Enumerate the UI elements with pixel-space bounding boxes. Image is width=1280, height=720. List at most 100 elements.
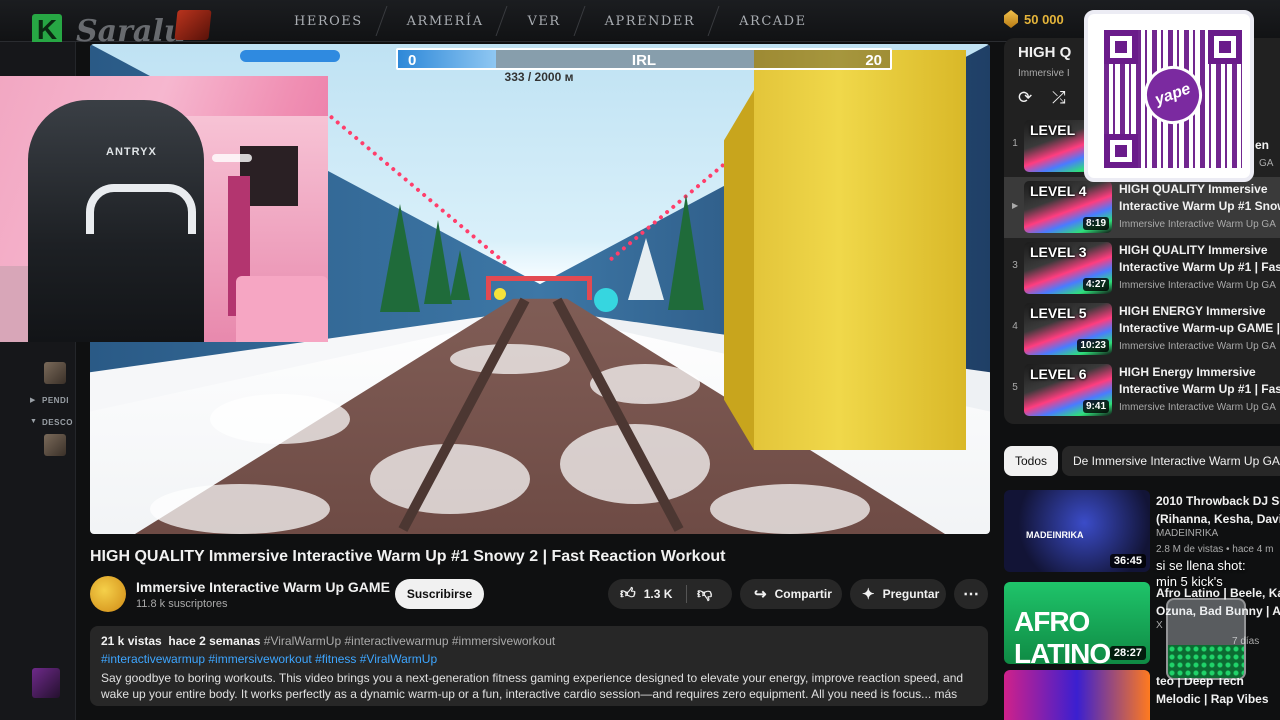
shuffle-icon[interactable]: ⤮ bbox=[1052, 88, 1066, 108]
health-bar bbox=[240, 50, 340, 62]
cam-sofa bbox=[236, 276, 328, 342]
ask-button[interactable]: ✦ Preguntar bbox=[850, 579, 946, 609]
pine-tree bbox=[424, 220, 452, 304]
playlist-item[interactable]: 5 LEVEL 6 9:41 HIGH Energy Immersive Inte… bbox=[1004, 360, 1280, 421]
title-line: HIGH QUALITY Immersive bbox=[1119, 243, 1268, 257]
game-mode: IRL bbox=[631, 52, 657, 69]
channel-name[interactable]: Immersive Interactive Warm Up GAME bbox=[136, 579, 390, 595]
subscriber-count: 11.8 k suscriptores bbox=[136, 598, 228, 610]
screen: K Saralu HEROES ARMERÍA VER APRENDER ARC… bbox=[0, 0, 1280, 720]
channel-avatar[interactable] bbox=[90, 576, 126, 612]
section-offline[interactable]: DESCO bbox=[42, 418, 73, 427]
playlist-item-title: HIGH Energy Immersive Interactive Warm Up… bbox=[1119, 364, 1280, 398]
thumb-level: LEVEL 5 bbox=[1030, 305, 1087, 321]
nav-ver[interactable]: VER bbox=[505, 14, 582, 29]
pine-tree bbox=[450, 250, 470, 300]
playlist-item-current[interactable]: ▶ LEVEL 4 8:19 HIGH QUALITY Immersive Int… bbox=[1004, 177, 1280, 238]
thumbs-down-icon[interactable]: 👎︎ bbox=[697, 585, 712, 603]
caret-right-icon[interactable]: ▶ bbox=[30, 396, 35, 404]
playlist-item[interactable]: 4 LEVEL 5 10:23 HIGH ENERGY Immersive Int… bbox=[1004, 299, 1280, 360]
title-line: HIGH ENERGY Immersive bbox=[1119, 304, 1266, 318]
pine-tree bbox=[668, 194, 704, 310]
duration-badge: 36:45 bbox=[1109, 554, 1146, 568]
title-line: Interactive Warm-up GAME | bbox=[1119, 321, 1280, 335]
thumb-level: LEVEL 3 bbox=[1030, 244, 1087, 260]
hashtags[interactable]: #interactivewarmup #immersiveworkout #fi… bbox=[101, 652, 977, 666]
gaming-chair: ANTRYX bbox=[28, 100, 204, 342]
webcam-overlay: ANTRYX bbox=[0, 76, 328, 342]
dota-icon[interactable] bbox=[174, 10, 212, 40]
title-line: HIGH QUALITY Immersive bbox=[1119, 182, 1268, 196]
chair-brand: ANTRYX bbox=[106, 146, 157, 158]
subscribe-button[interactable]: Suscribirse bbox=[395, 579, 484, 609]
snow-patch bbox=[710, 484, 870, 534]
snow-patch bbox=[150, 484, 330, 534]
goal-overlay-text: si se llena shot: min 5 kick's bbox=[1156, 558, 1280, 590]
gold-balance: 50 000 bbox=[1004, 10, 1064, 28]
cam-chair-arm bbox=[0, 266, 30, 342]
user-avatar[interactable] bbox=[32, 668, 60, 698]
playlist-title[interactable]: HIGH Q bbox=[1018, 44, 1071, 61]
recommended-channel: MADEINRIKA bbox=[1156, 528, 1219, 539]
goal-line: min 5 kick's bbox=[1156, 574, 1223, 589]
gold-coin-icon bbox=[1004, 10, 1018, 28]
snow-patch bbox=[210, 394, 350, 444]
share-icon: ↪ bbox=[754, 586, 767, 603]
title-line: 2010 Throwback DJ Se bbox=[1156, 494, 1280, 508]
nav-aprender[interactable]: APRENDER bbox=[583, 14, 718, 29]
recommended-title: 2010 Throwback DJ Se (Rihanna, Kesha, Dav… bbox=[1156, 492, 1280, 528]
view-count: 21 k vistas bbox=[101, 634, 162, 648]
caret-down-icon[interactable]: ▼ bbox=[30, 418, 37, 425]
thumbs-up-icon[interactable]: 👍︎ bbox=[620, 585, 636, 603]
playlist-thumbnail: LEVEL 3 4:27 bbox=[1024, 242, 1112, 294]
playlist-item-number: 5 bbox=[1012, 382, 1018, 393]
duration-badge: 28:27 bbox=[1109, 646, 1146, 660]
recommended-meta: 2.8 M de vistas • hace 4 m bbox=[1156, 544, 1274, 555]
title-line: HIGH Energy Immersive bbox=[1119, 365, 1256, 379]
friend-avatar[interactable] bbox=[44, 362, 66, 384]
snow-patch bbox=[370, 444, 530, 514]
playlist-item-number: 1 bbox=[1012, 138, 1018, 149]
yellow-target bbox=[494, 288, 506, 300]
snowy-tree bbox=[628, 238, 664, 300]
duration-badge: 10:23 bbox=[1077, 339, 1109, 352]
more-button[interactable]: ⋯ bbox=[954, 579, 988, 609]
goal-line: si se llena shot: bbox=[1156, 558, 1246, 573]
friend-avatar[interactable] bbox=[44, 434, 66, 456]
sparkle-icon: ✦ bbox=[862, 586, 875, 603]
cyan-target bbox=[594, 288, 618, 312]
like-dislike-group: 👍︎ 1.3 K 👎︎ bbox=[608, 579, 732, 609]
playlist-item-channel: Immersive Interactive Warm Up GA bbox=[1119, 219, 1276, 230]
nav-armeria[interactable]: ARMERÍA bbox=[385, 14, 506, 29]
section-pending[interactable]: PENDI bbox=[42, 396, 69, 405]
main-nav: HEROES ARMERÍA VER APRENDER ARCADE bbox=[272, 0, 829, 42]
description-text: Say goodbye to boring workouts. This vid… bbox=[101, 671, 964, 701]
playlist-thumbnail: LEVEL 4 8:19 bbox=[1024, 181, 1112, 233]
duration-badge: 8:19 bbox=[1082, 217, 1109, 230]
nav-arcade[interactable]: ARCADE bbox=[717, 14, 828, 29]
share-label: Compartir bbox=[774, 587, 832, 601]
qr-finder bbox=[1104, 134, 1138, 168]
duration-badge: 9:41 bbox=[1082, 400, 1109, 413]
playlist-item[interactable]: 3 LEVEL 3 4:27 HIGH QUALITY Immersive Int… bbox=[1004, 238, 1280, 299]
video-title: HIGH QUALITY Immersive Interactive Warm … bbox=[90, 548, 726, 565]
ask-label: Preguntar bbox=[882, 587, 940, 601]
pine-tree bbox=[380, 204, 420, 312]
chip-from-channel[interactable]: De Immersive Interactive Warm Up GA bbox=[1062, 446, 1280, 476]
loop-icon[interactable]: ⟳ bbox=[1018, 88, 1032, 108]
title-line: Interactive Warm Up #1 | Fast bbox=[1119, 260, 1280, 274]
like-count[interactable]: 1.3 K bbox=[644, 587, 673, 601]
meta-tags: #ViralWarmUp #interactivewarmup #immersi… bbox=[263, 634, 556, 648]
gold-amount: 50 000 bbox=[1024, 11, 1064, 27]
nav-heroes[interactable]: HEROES bbox=[272, 14, 385, 29]
title-line: (Rihanna, Kesha, David bbox=[1156, 512, 1280, 526]
playlist-item-number: 3 bbox=[1012, 260, 1018, 271]
recommended-thumbnail bbox=[1004, 670, 1150, 720]
cam-ceiling-light bbox=[212, 154, 252, 162]
now-playing-icon: ▶ bbox=[1012, 201, 1019, 210]
chip-all[interactable]: Todos bbox=[1004, 446, 1059, 476]
tip-jar-fill bbox=[1168, 645, 1244, 678]
snow-patch bbox=[450, 344, 570, 374]
share-button[interactable]: ↪ Compartir bbox=[740, 579, 842, 609]
description-box[interactable]: 21 k vistas hace 2 semanas #ViralWarmUp … bbox=[90, 626, 988, 706]
